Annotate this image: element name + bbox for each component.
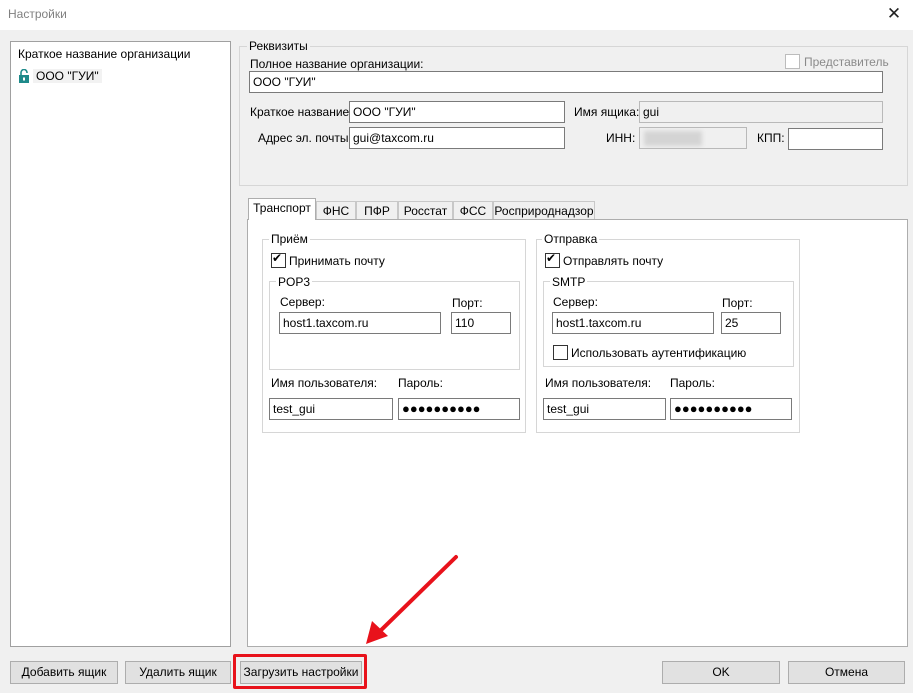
redacted-blur xyxy=(644,131,702,146)
add-mailbox-button[interactable]: Добавить ящик xyxy=(10,661,118,684)
pop3-server-label: Сервер: xyxy=(280,295,325,309)
delete-mailbox-button[interactable]: Удалить ящик xyxy=(125,661,231,684)
full-name-label: Полное название организации: xyxy=(250,57,424,71)
pop3-port-label: Порт: xyxy=(452,296,483,310)
receive-mail-checkbox[interactable]: Принимать почту xyxy=(271,251,385,268)
email-field[interactable]: gui@taxcom.ru xyxy=(349,127,565,149)
inn-label: ИНН: xyxy=(606,131,636,145)
pop3-group-label: POP3 xyxy=(276,275,313,289)
send-user-field[interactable]: test_gui xyxy=(543,398,666,420)
representative-label: Представитель xyxy=(804,54,889,69)
use-auth-checkbox-box[interactable] xyxy=(553,345,568,360)
smtp-group-label: SMTP xyxy=(550,275,588,289)
mailbox-label: Имя ящика: xyxy=(574,105,640,119)
inn-field xyxy=(639,127,747,149)
pop3-server-field[interactable]: host1.taxcom.ru xyxy=(279,312,441,334)
annotation-arrow-icon xyxy=(366,555,458,644)
kpp-field[interactable] xyxy=(788,128,883,150)
send-password-field[interactable]: ●●●●●●●●●● xyxy=(670,398,792,420)
smtp-server-field[interactable]: host1.taxcom.ru xyxy=(552,312,714,334)
title-bar xyxy=(0,0,913,30)
annotation-highlight-box xyxy=(233,654,367,689)
short-name-label: Краткое название: xyxy=(250,105,353,119)
receive-password-label: Пароль: xyxy=(398,376,443,390)
send-user-label: Имя пользователя: xyxy=(545,376,652,390)
organization-tree[interactable] xyxy=(10,41,231,647)
pop3-port-field[interactable]: 110 xyxy=(451,312,511,334)
send-mail-label: Отправлять почту xyxy=(563,253,664,268)
unlocked-padlock-icon xyxy=(19,69,29,83)
smtp-server-label: Сервер: xyxy=(553,295,598,309)
tab-fns[interactable]: ФНС xyxy=(316,201,356,220)
ok-button[interactable]: OK xyxy=(662,661,780,684)
tree-item-organization[interactable]: ООО "ГУИ" xyxy=(18,68,102,84)
receive-mail-label: Принимать почту xyxy=(289,253,385,268)
tab-transport[interactable]: Транспорт xyxy=(248,198,316,220)
close-icon[interactable]: ✕ xyxy=(881,2,907,26)
tree-header: Краткое название организации xyxy=(18,47,191,61)
representative-checkbox-box[interactable] xyxy=(785,54,800,69)
use-auth-label: Использовать аутентификацию xyxy=(571,345,747,360)
email-label: Адрес эл. почты: xyxy=(258,131,352,145)
receive-group-label: Приём xyxy=(269,232,310,246)
full-name-field[interactable]: ООО "ГУИ" xyxy=(249,71,883,93)
representative-checkbox[interactable]: Представитель xyxy=(785,54,889,69)
receive-mail-checkbox-box[interactable] xyxy=(271,251,286,268)
use-auth-checkbox[interactable]: Использовать аутентификацию xyxy=(553,345,746,360)
send-mail-checkbox[interactable]: Отправлять почту xyxy=(545,251,664,268)
kpp-label: КПП: xyxy=(757,131,785,145)
tree-item-label: ООО "ГУИ" xyxy=(33,69,102,83)
smtp-port-label: Порт: xyxy=(722,296,753,310)
requisites-group-label: Реквизиты xyxy=(247,39,310,53)
mailbox-field: gui xyxy=(639,101,883,123)
tab-fss[interactable]: ФСС xyxy=(453,201,493,220)
tab-pfr[interactable]: ПФР xyxy=(356,201,398,220)
window-title: Настройки xyxy=(8,7,67,21)
receive-password-field[interactable]: ●●●●●●●●●● xyxy=(398,398,520,420)
tab-rosprirodnadzor[interactable]: Росприроднадзор xyxy=(493,201,595,220)
send-mail-checkbox-box[interactable] xyxy=(545,251,560,268)
send-password-label: Пароль: xyxy=(670,376,715,390)
tab-rosstat[interactable]: Росстат xyxy=(398,201,453,220)
smtp-port-field[interactable]: 25 xyxy=(721,312,781,334)
send-group-label: Отправка xyxy=(542,232,600,246)
receive-user-field[interactable]: test_gui xyxy=(269,398,393,420)
receive-user-label: Имя пользователя: xyxy=(271,376,378,390)
cancel-button[interactable]: Отмена xyxy=(788,661,905,684)
short-name-field[interactable]: ООО "ГУИ" xyxy=(349,101,565,123)
